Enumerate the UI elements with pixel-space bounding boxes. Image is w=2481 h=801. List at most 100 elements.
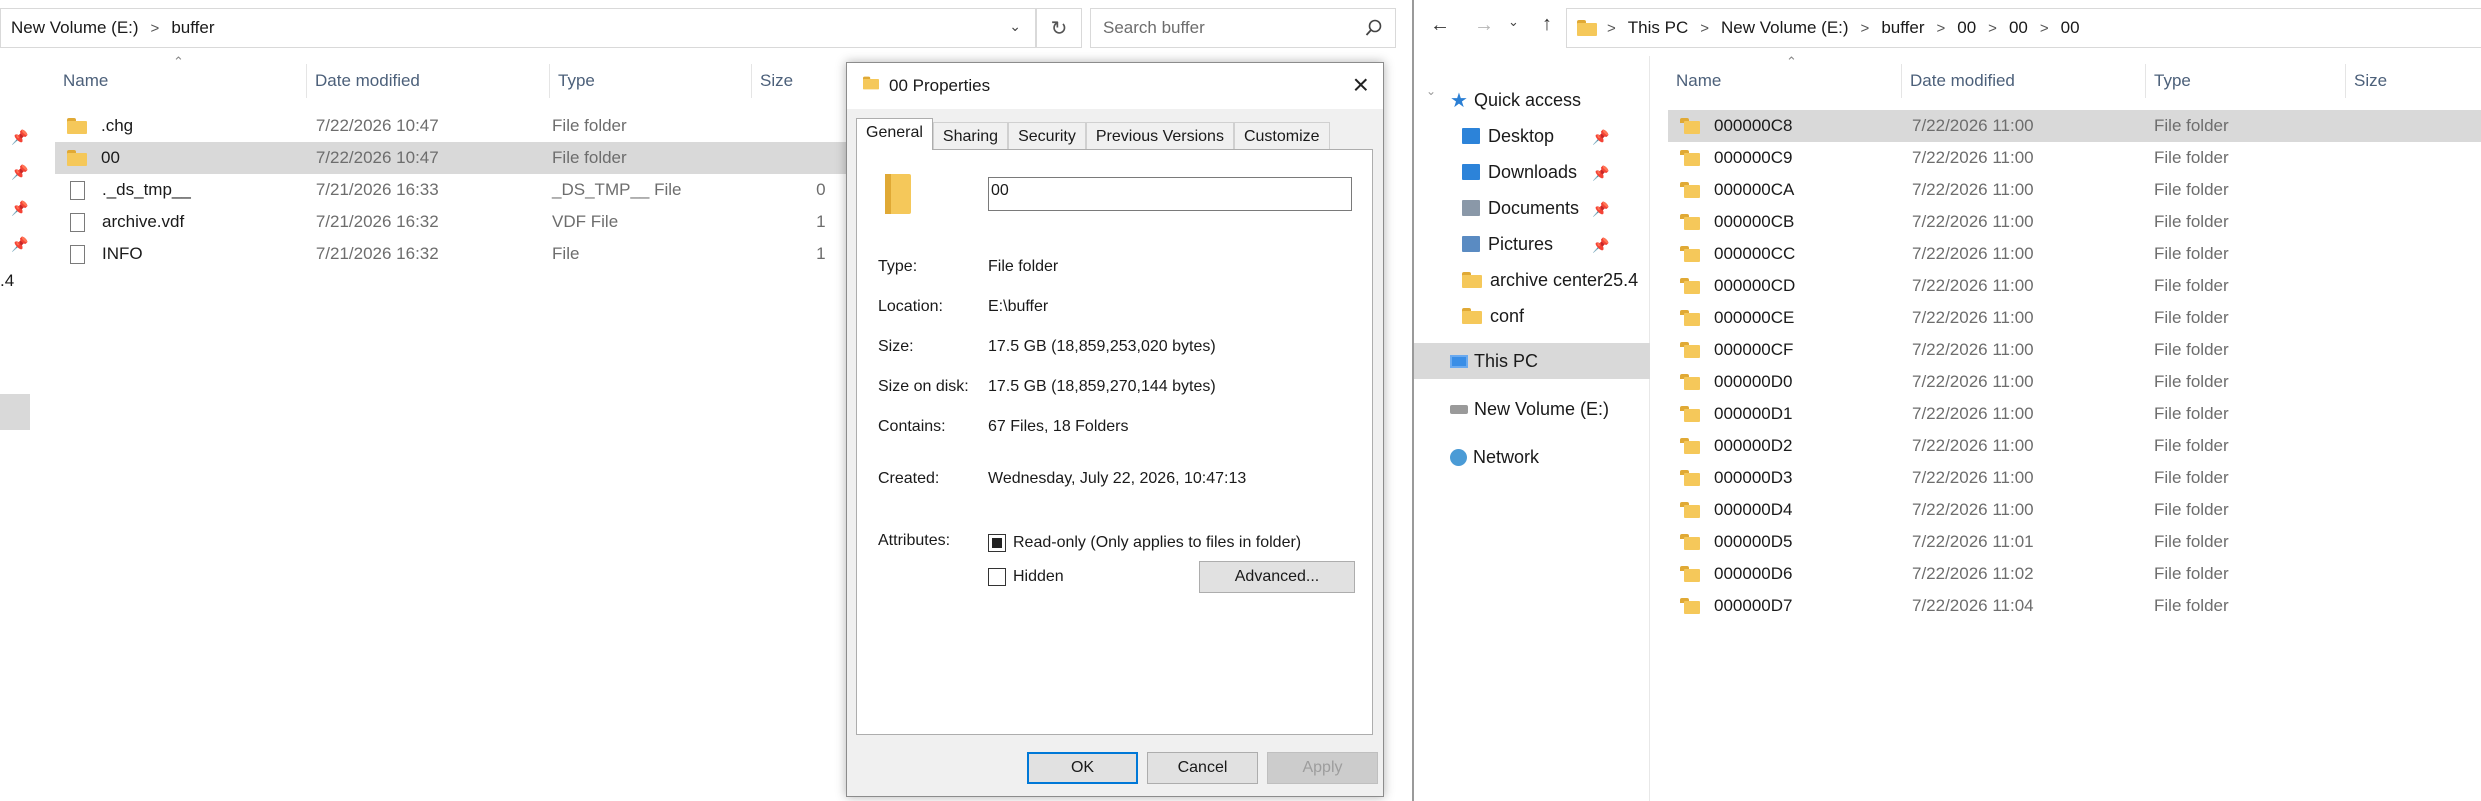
breadcrumb-buffer[interactable]: buffer [171,18,214,38]
date-cell: 7/22/2026 11:00 [1912,212,2034,231]
hidden-label[interactable]: Hidden [1013,568,1064,586]
table-row[interactable]: 000000CA 7/22/2026 11:00 File folder [1668,174,2481,206]
tab-customize[interactable]: Customize [1233,122,1330,150]
folder-name: 000000C8 [1714,116,1793,135]
type-cell: File [552,244,580,263]
folder-icon [1680,246,1700,262]
forward-arrow-icon[interactable]: → [1474,14,1494,37]
breadcrumb-item[interactable]: This PC [1628,18,1688,38]
up-arrow-icon[interactable]: ↑ [1542,13,1552,36]
table-row[interactable]: 000000CE 7/22/2026 11:00 File folder [1668,302,2481,334]
breadcrumb-item[interactable]: 00 [1957,18,1976,38]
table-row[interactable]: 000000C9 7/22/2026 11:00 File folder [1668,142,2481,174]
pin-icon: 📌 [11,200,29,216]
network-icon [1450,448,1467,466]
date-cell: 7/22/2026 11:00 [1912,372,2034,391]
folder-name: 000000C9 [1714,148,1793,167]
breadcrumb-item[interactable]: 00 [2009,18,2028,38]
ok-button[interactable]: OK [1027,752,1138,784]
apply-button[interactable]: Apply [1267,752,1378,784]
name-cell: ._ds_tmp__ [55,180,308,200]
nav-pane: 📌 📌 📌 📌 .4 [0,56,30,801]
breadcrumb-volume[interactable]: New Volume (E:) [11,18,139,38]
nav-item[interactable]: Downloads [1462,155,1577,189]
table-row[interactable]: 000000D0 7/22/2026 11:00 File folder [1668,366,2481,398]
readonly-checkbox[interactable] [988,534,1006,552]
column-type[interactable]: Type [550,64,752,98]
tab-general[interactable]: General [856,118,933,150]
property-value: E:\buffer [988,298,1049,315]
close-icon[interactable]: × [1353,69,1369,101]
nav-item[interactable]: archive center25.4 [1462,263,1638,297]
tab-previous-versions[interactable]: Previous Versions [1085,122,1234,150]
pin-icon: 📌 [1592,165,1610,181]
breadcrumb-item[interactable]: 00 [2061,18,2080,38]
nav-item[interactable]: conf [1462,299,1524,333]
breadcrumb-item[interactable]: buffer [1881,18,1924,38]
name-cell: 000000D3 [1668,468,1910,488]
nav-network[interactable]: Network [1450,440,1539,474]
chevron-right-icon: > [1988,19,1997,37]
nav-item-fragment[interactable]: .4 [0,271,14,291]
table-row[interactable]: 000000CD 7/22/2026 11:00 File folder [1668,270,2481,302]
nav-item-label: Pictures [1488,233,1554,254]
table-row[interactable]: 000000CB 7/22/2026 11:00 File folder [1668,206,2481,238]
back-arrow-icon[interactable]: ← [1430,14,1450,37]
table-row[interactable]: 000000D7 7/22/2026 11:04 File folder [1668,590,2481,622]
nav-this-pc-label-row[interactable]: This PC [1450,344,1538,378]
column-date-modified[interactable]: Date modified [1902,64,2146,98]
recent-chevron-icon[interactable]: ⌄ [1508,14,1519,30]
name-cell: 000000D6 [1668,564,1910,584]
table-row[interactable]: INFO 7/21/2026 16:32 File 1 [55,238,855,270]
table-row[interactable]: 000000CC 7/22/2026 11:00 File folder [1668,238,2481,270]
advanced-button[interactable]: Advanced... [1199,561,1355,593]
table-row[interactable]: 000000D1 7/22/2026 11:00 File folder [1668,398,2481,430]
search-box[interactable]: Search buffer [1090,8,1396,48]
property-label: Size: [878,338,914,355]
refresh-button[interactable]: ↻ [1036,8,1082,48]
nav-item[interactable]: Pictures [1462,227,1553,261]
nav-quick-access[interactable]: ★ Quick access [1450,83,1581,117]
table-row[interactable]: archive.vdf 7/21/2026 16:32 VDF File 1 [55,206,855,238]
chevron-down-icon[interactable]: ⌄ [1009,18,1021,35]
address-bar[interactable]: New Volume (E:) > buffer ⌄ [0,8,1036,48]
nav-item-label: Downloads [1488,161,1578,182]
column-size[interactable]: Size [2346,64,2446,98]
hidden-checkbox[interactable] [988,568,1006,586]
table-row[interactable]: 000000D4 7/22/2026 11:00 File folder [1668,494,2481,526]
tab-sharing[interactable]: Sharing [932,122,1009,150]
file-name: ._ds_tmp__ [102,180,191,199]
column-date-modified[interactable]: Date modified [307,64,550,98]
name-cell: 000000D5 [1668,532,1910,552]
nav-selection-fragment[interactable] [0,394,30,430]
table-row[interactable]: 000000D5 7/22/2026 11:01 File folder [1668,526,2481,558]
collapse-chevron-icon[interactable]: ⌄ [1426,84,1436,98]
table-row[interactable]: 000000D3 7/22/2026 11:00 File folder [1668,462,2481,494]
column-type[interactable]: Type [2146,64,2346,98]
file-icon [70,212,85,232]
folder-name-input[interactable]: 00 [988,177,1352,211]
nav-new-volume[interactable]: New Volume (E:) [1450,392,1609,426]
search-input[interactable]: Search buffer [1091,18,1205,38]
folder-icon [1462,272,1482,288]
file-icon [70,244,85,264]
table-row[interactable]: 00 7/22/2026 10:47 File folder [55,142,855,174]
column-name[interactable]: Name [1668,64,1902,98]
breadcrumb-item[interactable]: New Volume (E:) [1721,18,1849,38]
nav-item[interactable]: Desktop [1462,119,1554,153]
table-row[interactable]: 000000C8 7/22/2026 11:00 File folder [1668,110,2481,142]
readonly-label[interactable]: Read-only (Only applies to files in fold… [1013,534,1301,552]
nav-item[interactable]: Documents [1462,191,1579,225]
type-cell: File folder [2154,116,2229,135]
cancel-button[interactable]: Cancel [1147,752,1258,784]
address-bar[interactable]: > This PC > New Volume (E:) > buffer >00 >00 >00 [1566,8,2481,48]
table-row[interactable]: 000000D2 7/22/2026 11:00 File folder [1668,430,2481,462]
table-row[interactable]: 000000D6 7/22/2026 11:02 File folder [1668,558,2481,590]
table-row[interactable]: ._ds_tmp__ 7/21/2026 16:33 _DS_TMP__ File 0 [55,174,855,206]
table-row[interactable]: .chg 7/22/2026 10:47 File folder [55,110,855,142]
tab-security[interactable]: Security [1008,122,1086,150]
folder-icon [1680,310,1700,326]
table-row[interactable]: 000000CF 7/22/2026 11:00 File folder [1668,334,2481,366]
type-cell: File folder [2154,404,2229,423]
column-size[interactable]: Size [752,64,852,98]
